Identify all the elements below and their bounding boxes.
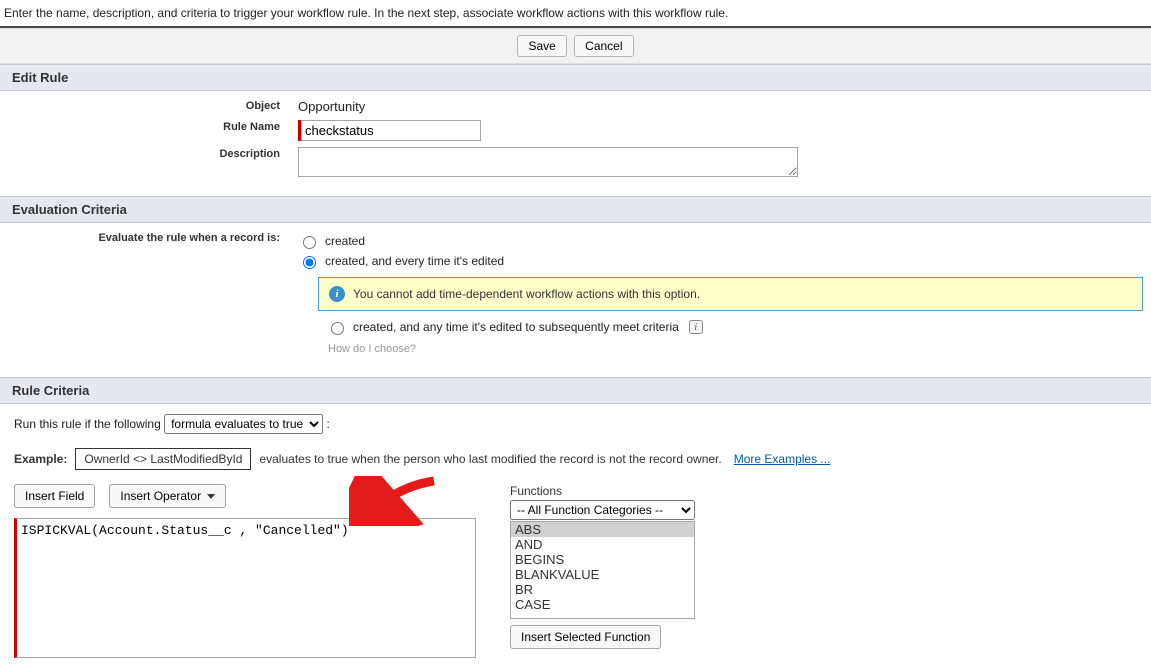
intro-text: Enter the name, description, and criteri… <box>0 0 1151 26</box>
radio-subsequent-label: created, and any time it's edited to sub… <box>353 320 679 334</box>
insert-field-button[interactable]: Insert Field <box>14 484 95 508</box>
functions-label: Functions <box>510 484 695 498</box>
warning-box: i You cannot add time-dependent workflow… <box>318 277 1143 311</box>
rule-name-label: Rule Name <box>8 118 298 133</box>
chevron-down-icon <box>207 494 215 499</box>
criteria-type-select[interactable]: formula evaluates to true <box>164 414 323 434</box>
cancel-button[interactable]: Cancel <box>574 35 633 57</box>
section-eval-criteria: Evaluation Criteria <box>0 196 1151 223</box>
func-item-abs[interactable]: ABS <box>511 522 694 537</box>
radio-created-label: created <box>325 234 365 248</box>
top-button-bar: Save Cancel <box>0 28 1151 64</box>
section-edit-rule: Edit Rule <box>0 64 1151 91</box>
function-category-select[interactable]: -- All Function Categories -- <box>510 500 695 520</box>
criteria-body: Run this rule if the following formula e… <box>0 404 1151 671</box>
insert-operator-button[interactable]: Insert Operator <box>109 484 226 508</box>
example-text: evaluates to true when the person who la… <box>259 452 721 466</box>
radio-edited-label: created, and every time it's edited <box>325 254 504 268</box>
radio-subsequent[interactable] <box>331 322 344 335</box>
object-label: Object <box>8 97 298 112</box>
evaluate-label: Evaluate the rule when a record is: <box>8 229 298 244</box>
run-prefix: Run this rule if the following <box>14 417 161 431</box>
edit-rule-body: Object Opportunity Rule Name Description <box>0 91 1151 196</box>
func-item-begins[interactable]: BEGINS <box>511 552 694 567</box>
radio-edited[interactable] <box>303 256 316 269</box>
how-do-i-choose[interactable]: How do I choose? <box>328 337 1143 365</box>
warning-text: You cannot add time-dependent workflow a… <box>353 287 700 301</box>
func-item-blankvalue[interactable]: BLANKVALUE <box>511 567 694 582</box>
func-item-br[interactable]: BR <box>511 582 694 597</box>
formula-input[interactable] <box>14 518 476 658</box>
example-label: Example: <box>14 452 67 466</box>
section-rule-criteria: Rule Criteria <box>0 377 1151 404</box>
colon: : <box>326 417 329 431</box>
help-icon[interactable]: i <box>689 320 703 334</box>
example-formula: OwnerId <> LastModifiedById <box>75 448 251 470</box>
description-label: Description <box>8 145 298 160</box>
radio-created[interactable] <box>303 236 316 249</box>
object-value: Opportunity <box>298 97 1143 114</box>
eval-body: Evaluate the rule when a record is: crea… <box>0 223 1151 377</box>
insert-selected-function-button[interactable]: Insert Selected Function <box>510 625 661 649</box>
description-input[interactable] <box>298 147 798 177</box>
more-examples-link[interactable]: More Examples ... <box>734 452 831 466</box>
save-button[interactable]: Save <box>517 35 566 57</box>
rule-name-input[interactable] <box>301 120 481 141</box>
function-list[interactable]: ABS AND BEGINS BLANKVALUE BR CASE <box>510 521 695 619</box>
func-item-case[interactable]: CASE <box>511 597 694 612</box>
func-item-and[interactable]: AND <box>511 537 694 552</box>
info-icon: i <box>329 286 345 302</box>
insert-operator-label: Insert Operator <box>120 489 201 503</box>
